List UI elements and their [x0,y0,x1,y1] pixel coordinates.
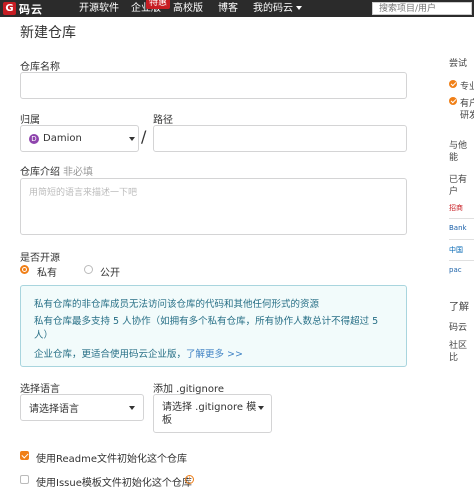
description-textarea[interactable]: 用简短的语言来描述一下吧 [20,178,407,235]
chevron-down-icon [296,6,302,10]
logo-text: 码云 [19,2,43,16]
repo-name-input[interactable] [20,72,407,99]
learn-more-link[interactable]: 了解更多 >> [186,349,243,360]
page-title: 新建仓库 [20,25,76,41]
owner-value: Damion [43,133,82,144]
nav-blog[interactable]: 博客 [218,0,238,17]
sidebar-line-2b: 能 [449,153,459,163]
visibility-label: 是否开源 [20,253,60,264]
repo-name-label: 仓库名称 [20,62,60,73]
logo-icon: G [3,2,16,15]
chevron-down-icon [129,406,135,410]
sidebar-try-text: 尝试 [449,59,468,69]
info-line-4: 企业仓库，更适合使用码云企业版，了解更多 >> [34,346,243,360]
gitignore-value-line-2: 板 [162,415,172,426]
issue-template-checkbox[interactable] [20,475,29,484]
search-input[interactable] [372,2,472,15]
readme-label: 使用Readme文件初始化这个仓库 [36,454,188,465]
private-repo-info-box: 私有仓库的非仓库成员无法访问该仓库的代码和其他任何形式的资源 私有仓库最多支持 … [20,285,407,367]
top-navigation-bar: G 码云 开源软件 企业版 特惠 高校版 博客 我的码云 [0,0,474,17]
divider [449,260,474,261]
info-line-2: 私有仓库最多支持 5 人协作（如拥有多个私有仓库，所有协作人数总计不得超过 5 [34,316,379,327]
path-separator: / [141,127,147,146]
check-icon [449,97,457,105]
owner-label: 归属 [20,115,40,126]
avatar: D [29,133,39,144]
customer-logo-4: pac [449,266,462,274]
sidebar-item-2b: 研发 [460,111,474,121]
sidebar-item-1: 专业 [460,82,474,92]
info-line-1: 私有仓库的非仓库成员无法访问该仓库的代码和其他任何形式的资源 [34,299,320,310]
gitignore-label: 添加 .gitignore [153,384,225,395]
customer-logo-2: Bank [449,224,467,232]
info-line-3: 人） [34,330,54,341]
nav-my-gitee[interactable]: 我的码云 [253,0,302,17]
sidebar-more-1[interactable]: 码云 [449,320,467,333]
private-radio[interactable] [20,265,29,274]
chevron-down-icon [258,406,264,410]
issue-template-label: 使用Issue模板文件初始化这个仓库 [36,478,192,489]
readme-checkbox[interactable] [20,451,29,460]
sidebar-more-2b: 比 [449,353,459,363]
customer-logo-1: 招商 [449,204,463,212]
gitignore-value: 请选择 .gitignore 模 板 [162,401,256,427]
owner-select[interactable]: D Damion [20,125,139,152]
promo-badge: 特惠 [146,0,171,9]
description-optional-hint: 非必填 [63,167,93,178]
divider [449,239,474,240]
gitignore-select[interactable]: 请选择 .gitignore 模 板 [153,394,272,433]
gitignore-value-line-1: 请选择 .gitignore 模 [162,402,257,413]
description-label-text: 仓库介绍 [20,167,60,178]
nav-my-gitee-label: 我的码云 [253,3,293,14]
info-icon[interactable]: ! [185,475,194,484]
sidebar-line-3b: 户 [449,187,459,197]
description-label: 仓库介绍 非必填 [20,163,93,178]
gitee-logo[interactable]: G 码云 [3,1,43,16]
public-radio[interactable] [84,265,93,274]
path-label: 路径 [153,115,173,126]
language-select[interactable]: 请选择语言 [20,394,144,421]
divider [449,218,474,219]
chevron-down-icon [129,137,135,141]
learn-more-heading: 了解 [449,302,469,313]
path-input[interactable] [153,125,407,152]
public-label: 公开 [100,268,120,279]
private-label: 私有 [37,268,57,279]
check-icon [449,80,457,88]
language-label: 选择语言 [20,384,60,395]
language-value: 请选择语言 [29,404,79,415]
nav-open-source[interactable]: 开源软件 [79,0,119,17]
customer-logo-3: 中国 [449,246,463,254]
info-enterprise-text: 企业仓库，更适合使用码云企业版， [34,349,187,360]
nav-education[interactable]: 高校版 [173,0,203,17]
